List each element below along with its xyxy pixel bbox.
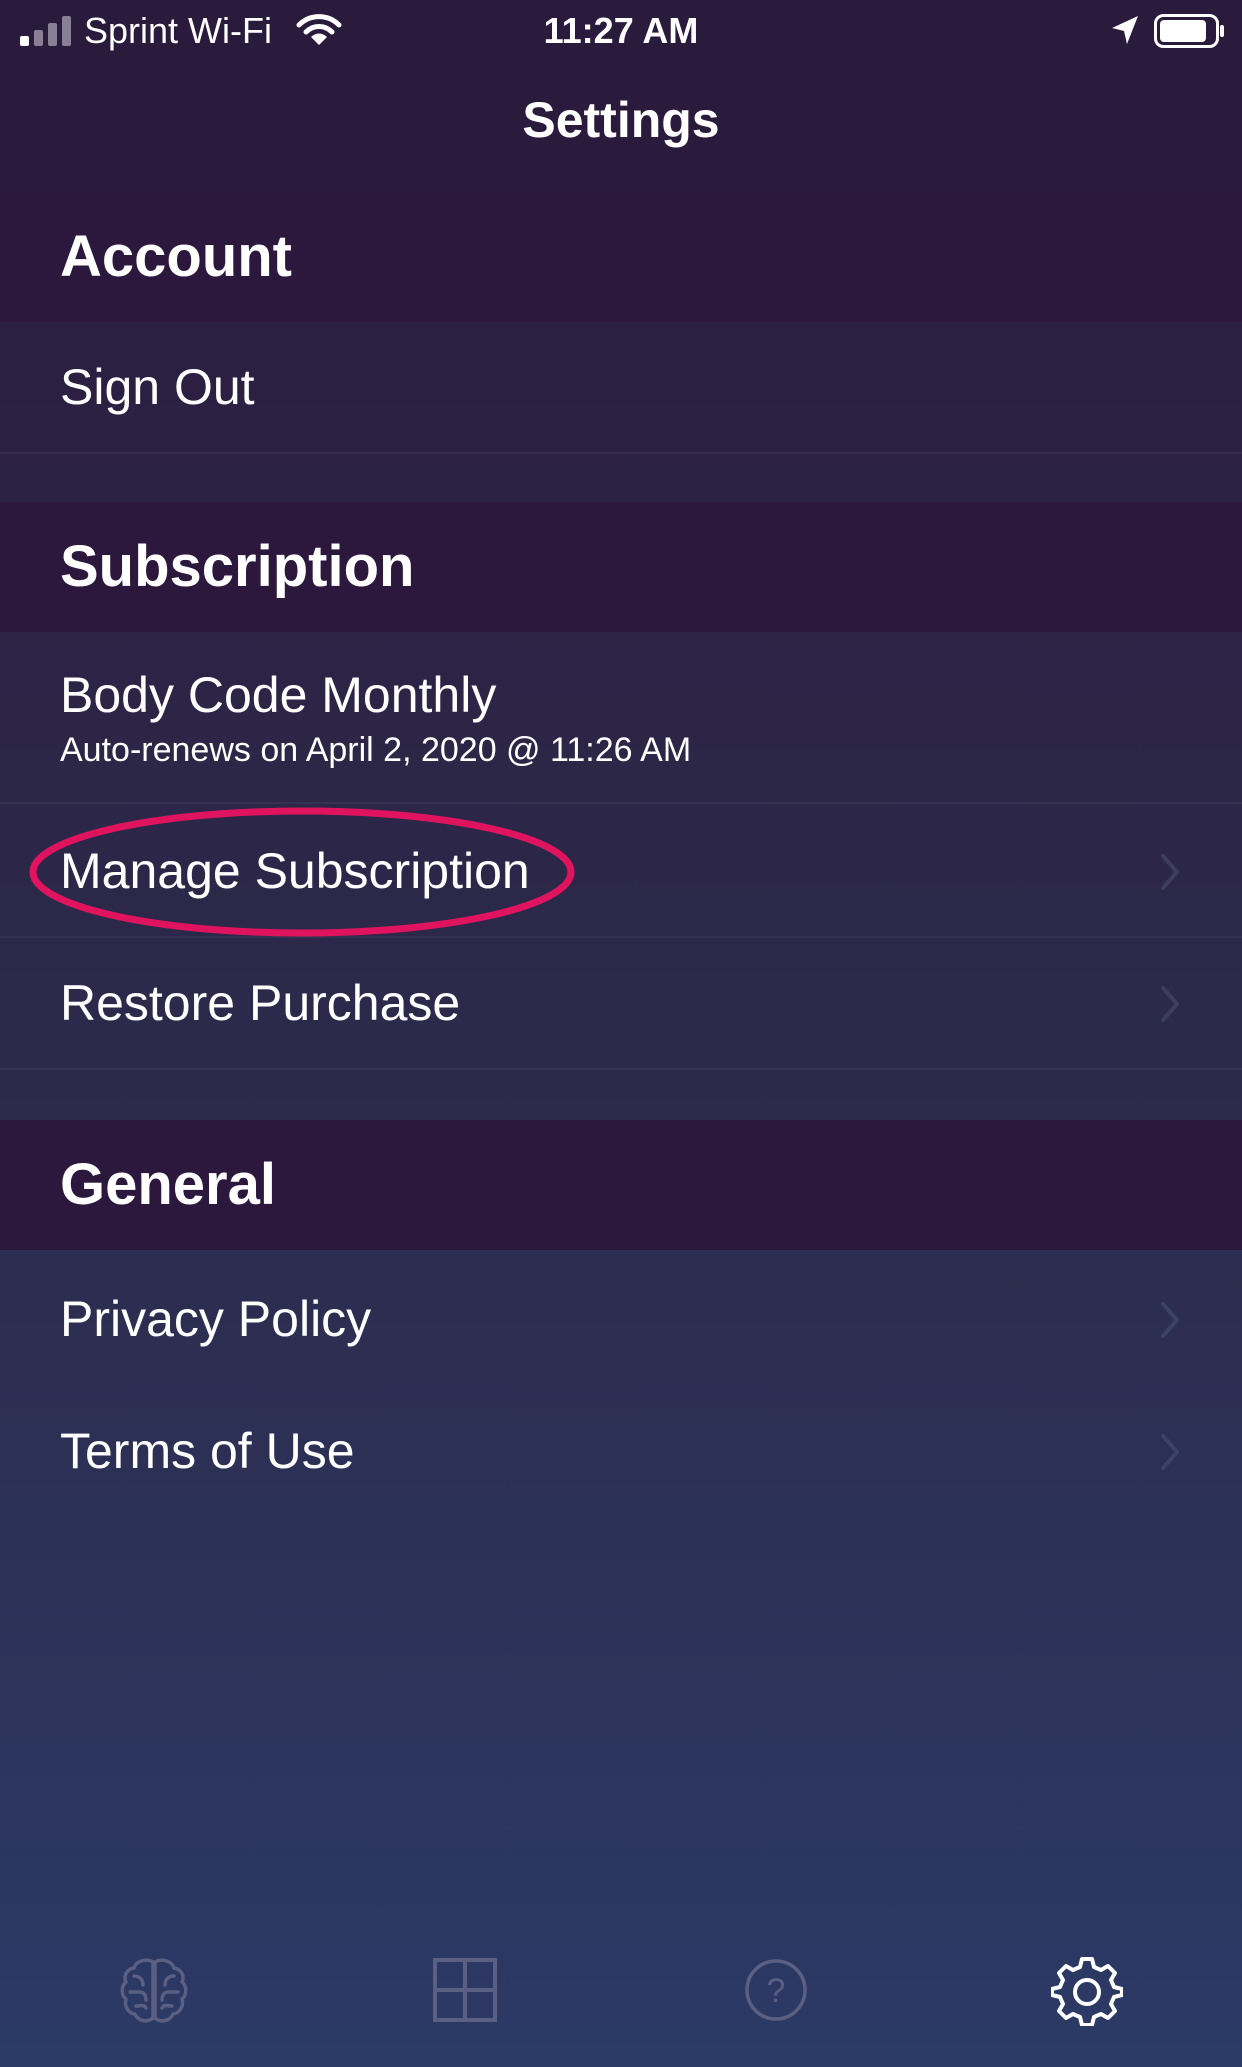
- terms-of-use-row[interactable]: Terms of Use: [0, 1386, 1242, 1518]
- tab-bar: ?: [0, 1924, 1242, 2067]
- restore-purchase-row[interactable]: Restore Purchase: [0, 938, 1242, 1070]
- battery-icon: [1154, 14, 1224, 48]
- page-title: Settings: [522, 92, 720, 148]
- chevron-right-icon: [1161, 1302, 1179, 1338]
- location-arrow-icon: [1112, 16, 1138, 44]
- row-label: Privacy Policy: [60, 1291, 372, 1347]
- manage-subscription-row[interactable]: Manage Subscription: [0, 806, 1242, 938]
- section-header-general: General: [0, 1120, 1242, 1250]
- svg-text:?: ?: [767, 1972, 786, 2010]
- row-label: Terms of Use: [60, 1423, 355, 1479]
- chevron-right-icon: [1161, 854, 1179, 890]
- row-label: Manage Subscription: [60, 843, 530, 899]
- brain-icon[interactable]: [118, 1954, 190, 2026]
- section-title: Account: [60, 224, 292, 289]
- help-icon[interactable]: ?: [740, 1954, 812, 2026]
- status-bar: Sprint Wi-Fi 11:27 AM: [0, 0, 1242, 62]
- status-time: 11:27 AM: [543, 10, 699, 51]
- subscription-plan-row: Body Code Monthly Auto-renews on April 2…: [0, 636, 1242, 804]
- section-title: General: [60, 1152, 276, 1217]
- gear-icon[interactable]: [1051, 1954, 1123, 2026]
- section-header-subscription: Subscription: [0, 502, 1242, 632]
- chevron-right-icon: [1161, 986, 1179, 1022]
- row-divider: [0, 802, 1242, 804]
- section-header-account: Account: [0, 192, 1242, 322]
- privacy-policy-row[interactable]: Privacy Policy: [0, 1254, 1242, 1386]
- sign-out-row[interactable]: Sign Out: [0, 322, 1242, 454]
- row-label: Restore Purchase: [60, 975, 461, 1031]
- plan-name: Body Code Monthly: [60, 667, 497, 723]
- row-divider: [0, 1068, 1242, 1070]
- section-title: Subscription: [60, 534, 415, 599]
- row-divider: [0, 452, 1242, 454]
- plan-renewal-detail: Auto-renews on April 2, 2020 @ 11:26 AM: [60, 731, 692, 769]
- chevron-right-icon: [1161, 1434, 1179, 1470]
- row-label: Sign Out: [60, 359, 255, 415]
- grid-icon[interactable]: [429, 1954, 501, 2026]
- navigation-bar: Settings: [0, 62, 1242, 192]
